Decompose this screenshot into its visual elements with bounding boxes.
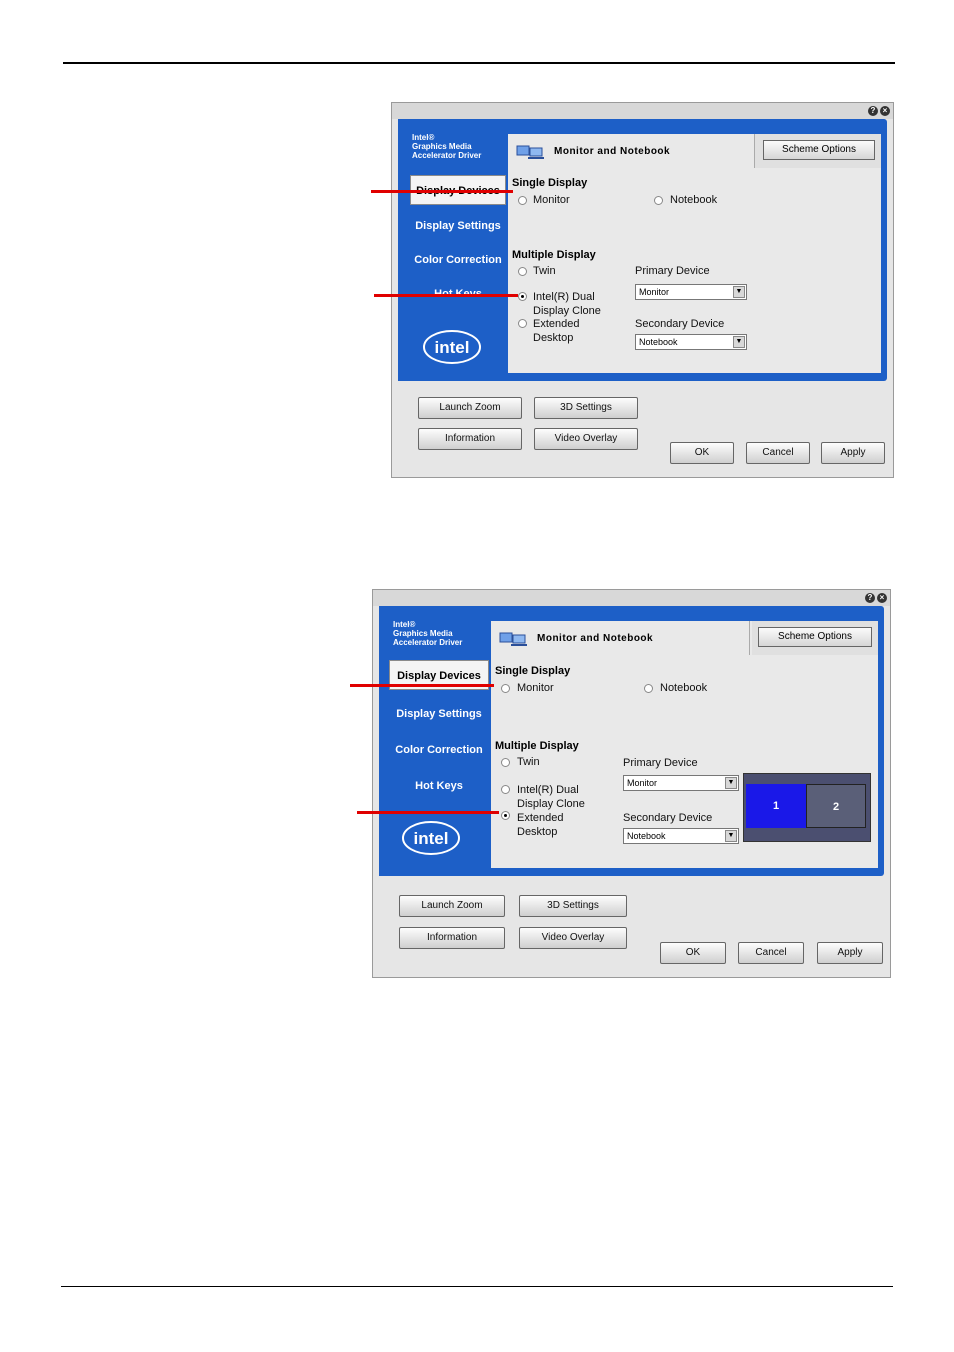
secondary-device-value: Notebook: [627, 831, 666, 841]
twin-label: Twin: [517, 756, 540, 768]
radio-monitor[interactable]: [518, 196, 527, 205]
preview-display-2[interactable]: 2: [806, 784, 866, 828]
header-rule: [63, 62, 895, 64]
single-display-heading: Single Display: [512, 177, 588, 189]
svg-text:intel: intel: [435, 338, 470, 357]
close-icon[interactable]: ×: [880, 106, 890, 116]
footer-rule: [61, 1286, 893, 1287]
radio-notebook[interactable]: [644, 684, 653, 693]
primary-device-select[interactable]: Monitor ▼: [623, 775, 739, 791]
primary-device-value: Monitor: [627, 778, 658, 788]
preview-display-1[interactable]: 1: [746, 784, 806, 828]
multiple-display-heading: Multiple Display: [512, 249, 596, 261]
driver-frame: Intel® Graphics Media Accelerator Driver…: [398, 119, 887, 381]
display-preview: 1 2: [743, 773, 871, 842]
multiple-display-heading: Multiple Display: [495, 740, 579, 752]
content-pane: Monitor and Notebook Scheme Options Sing…: [508, 134, 881, 373]
information-button[interactable]: Information: [399, 927, 505, 949]
cancel-button[interactable]: Cancel: [738, 942, 804, 964]
scheme-options-button[interactable]: Scheme Options: [758, 627, 872, 647]
close-icon[interactable]: ×: [877, 593, 887, 603]
nav-hot-keys[interactable]: Hot Keys: [389, 771, 489, 801]
nav-color-correction[interactable]: Color Correction: [410, 245, 506, 275]
pane-header: Monitor and Notebook: [491, 621, 750, 655]
video-overlay-button[interactable]: Video Overlay: [519, 927, 627, 949]
content-pane: Monitor and Notebook Scheme Options Sing…: [491, 621, 878, 868]
primary-device-label: Primary Device: [635, 265, 710, 277]
driver-frame: Intel® Graphics Media Accelerator Driver…: [379, 606, 884, 876]
radio-notebook[interactable]: [654, 196, 663, 205]
dialog-top: ? × Intel® Graphics Media Accelerator Dr…: [391, 102, 894, 478]
pane-title: Monitor and Notebook: [554, 146, 671, 157]
callout-marker: [350, 684, 494, 687]
chevron-down-icon: ▼: [733, 336, 745, 348]
ok-button[interactable]: OK: [660, 942, 726, 964]
scheme-options-button[interactable]: Scheme Options: [763, 140, 875, 160]
radio-extended-desktop[interactable]: [518, 319, 527, 328]
nav-display-settings[interactable]: Display Settings: [410, 211, 506, 241]
launch-zoom-button[interactable]: Launch Zoom: [418, 397, 522, 419]
callout-marker: [371, 190, 513, 193]
3d-settings-button[interactable]: 3D Settings: [519, 895, 627, 917]
title-bar: ? ×: [392, 103, 893, 119]
cancel-button[interactable]: Cancel: [746, 442, 810, 464]
apply-button[interactable]: Apply: [821, 442, 885, 464]
extended-desktop-label: Extended Desktop: [517, 812, 564, 838]
monitor-notebook-icon: [499, 632, 527, 646]
dual-display-clone-label: Intel(R) Dual Display Clone: [533, 291, 601, 317]
nav-hot-keys[interactable]: Hot Keys: [410, 279, 506, 295]
chevron-down-icon: ▼: [725, 830, 737, 842]
secondary-device-value: Notebook: [639, 337, 678, 347]
nav-color-correction[interactable]: Color Correction: [389, 735, 489, 765]
radio-monitor[interactable]: [501, 684, 510, 693]
information-button[interactable]: Information: [418, 428, 522, 450]
secondary-device-select[interactable]: Notebook ▼: [635, 334, 747, 350]
brand-text: Intel® Graphics Media Accelerator Driver: [412, 133, 482, 160]
callout-marker: [357, 811, 499, 814]
svg-text:intel: intel: [414, 829, 449, 848]
3d-settings-button[interactable]: 3D Settings: [534, 397, 638, 419]
intel-logo-icon: intel: [402, 821, 460, 855]
dialog-bottom: ? × Intel® Graphics Media Accelerator Dr…: [372, 589, 891, 978]
pane-title: Monitor and Notebook: [537, 633, 654, 644]
pane-header: Monitor and Notebook: [508, 134, 755, 168]
nav-display-settings[interactable]: Display Settings: [389, 699, 489, 729]
twin-label: Twin: [533, 265, 556, 277]
primary-device-value: Monitor: [639, 287, 670, 297]
extended-desktop-label: Extended Desktop: [533, 318, 580, 344]
monitor-notebook-icon: [516, 145, 544, 159]
launch-zoom-button[interactable]: Launch Zoom: [399, 895, 505, 917]
callout-marker: [374, 294, 518, 297]
apply-button[interactable]: Apply: [817, 942, 883, 964]
radio-twin[interactable]: [518, 267, 527, 276]
monitor-label: Monitor: [533, 194, 570, 206]
radio-extended-desktop[interactable]: [501, 811, 510, 820]
monitor-label: Monitor: [517, 682, 554, 694]
secondary-device-select[interactable]: Notebook ▼: [623, 828, 739, 844]
primary-device-label: Primary Device: [623, 757, 698, 769]
intel-logo-icon: intel: [423, 330, 481, 364]
title-bar: ? ×: [373, 590, 890, 606]
radio-dual-display-clone[interactable]: [501, 785, 510, 794]
ok-button[interactable]: OK: [670, 442, 734, 464]
secondary-device-label: Secondary Device: [635, 318, 725, 330]
brand-text: Intel® Graphics Media Accelerator Driver: [393, 620, 463, 647]
sidebar: Intel® Graphics Media Accelerator Driver…: [398, 119, 510, 381]
video-overlay-button[interactable]: Video Overlay: [534, 428, 638, 450]
help-icon[interactable]: ?: [865, 593, 875, 603]
sidebar: Intel® Graphics Media Accelerator Driver…: [379, 606, 491, 876]
dual-display-clone-label: Intel(R) Dual Display Clone: [517, 784, 585, 810]
chevron-down-icon: ▼: [733, 286, 745, 298]
radio-dual-display-clone[interactable]: [518, 292, 527, 301]
chevron-down-icon: ▼: [725, 777, 737, 789]
secondary-device-label: Secondary Device: [623, 812, 713, 824]
primary-device-select[interactable]: Monitor ▼: [635, 284, 747, 300]
notebook-label: Notebook: [660, 682, 708, 694]
single-display-heading: Single Display: [495, 665, 571, 677]
help-icon[interactable]: ?: [868, 106, 878, 116]
radio-twin[interactable]: [501, 758, 510, 767]
notebook-label: Notebook: [670, 194, 718, 206]
